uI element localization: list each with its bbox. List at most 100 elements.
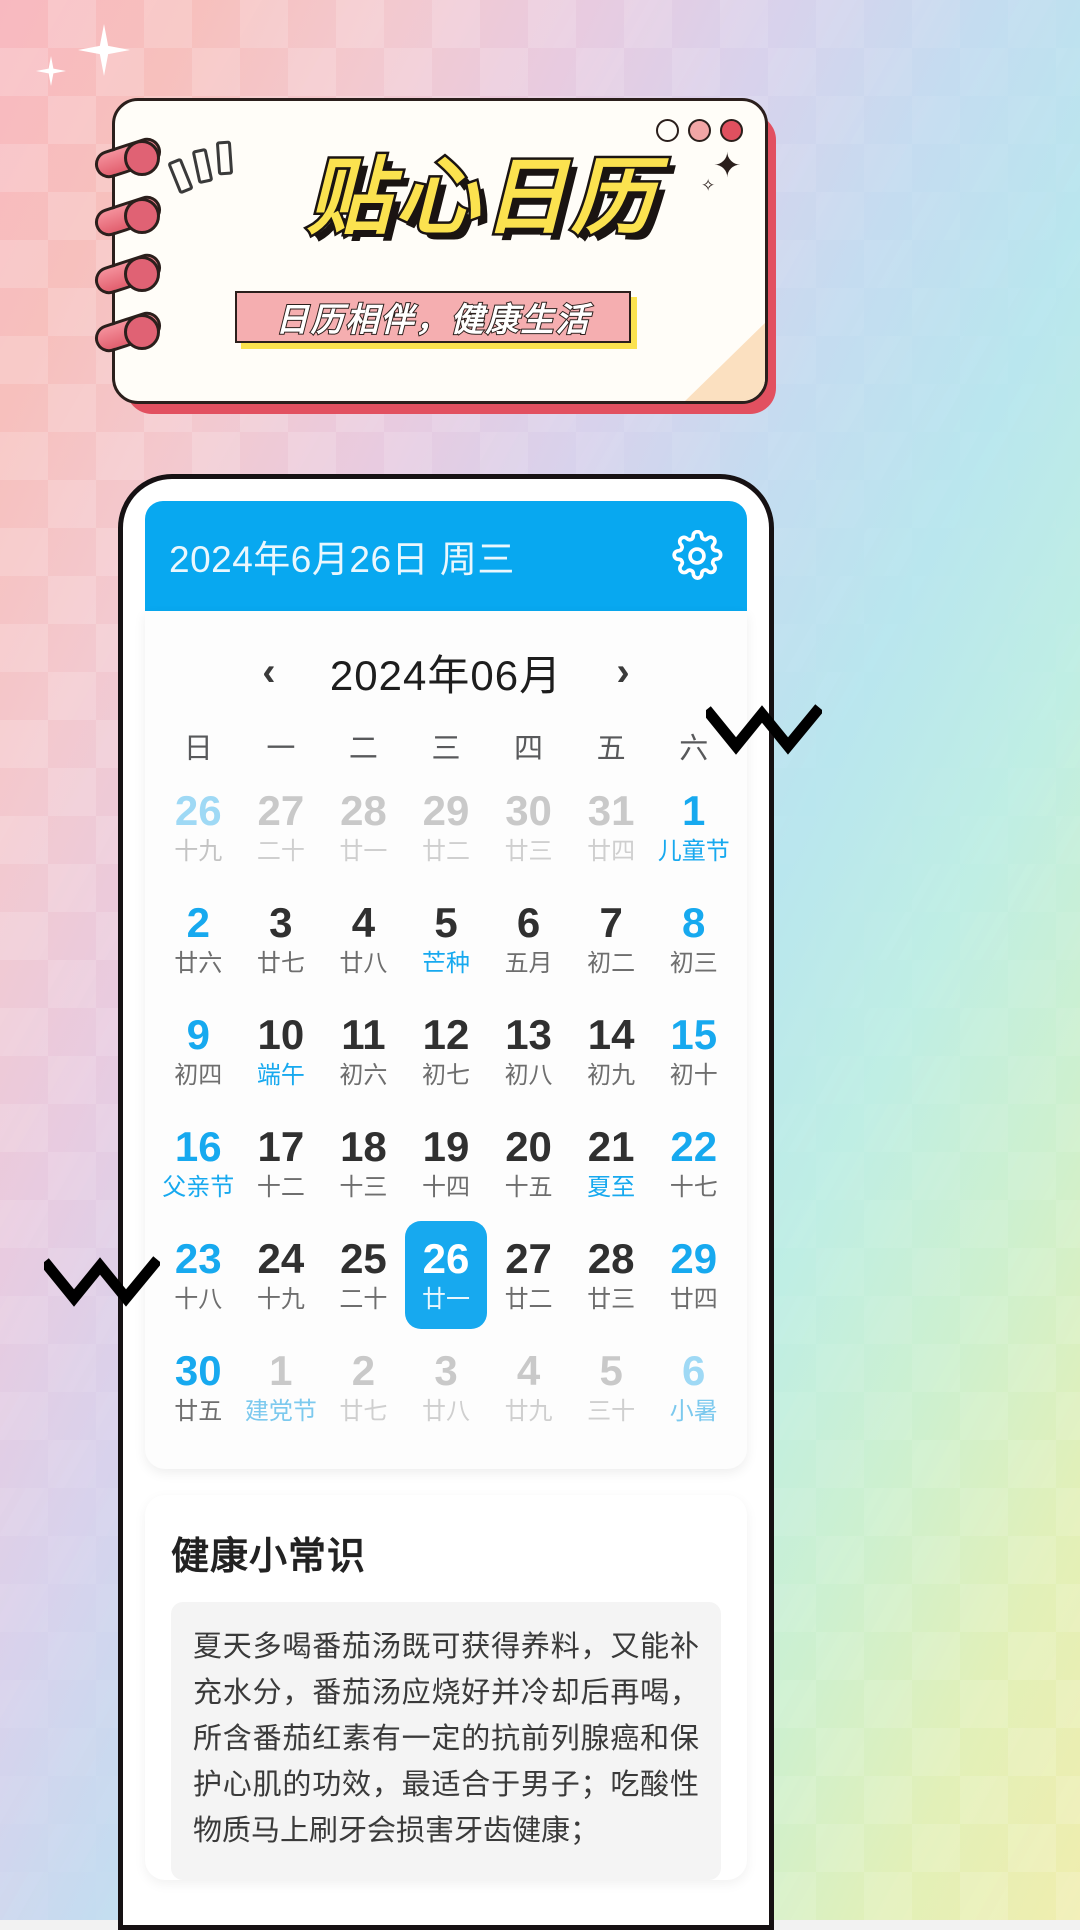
lunar-or-festival-label: 初十: [669, 1061, 718, 1089]
calendar-day-cell[interactable]: 5 三十: [570, 1333, 653, 1441]
day-number: 15: [670, 1010, 718, 1058]
calendar-day-cell[interactable]: 5 芒种: [405, 885, 488, 993]
day-number: 3: [434, 1346, 458, 1394]
calendar-day-cell[interactable]: 10 端午: [240, 997, 323, 1105]
calendar-day-cell[interactable]: 11 初六: [322, 997, 405, 1105]
next-month-button[interactable]: ›: [606, 652, 640, 692]
calendar-day-cell[interactable]: 2 廿六: [157, 885, 240, 993]
calendar-day-cell[interactable]: 27 廿二: [487, 1221, 570, 1329]
headline-notebook-card: ✦ ✧ 贴心日历 日历相伴，健康生活: [91, 98, 776, 414]
calendar-day-cell[interactable]: 16 父亲节: [157, 1109, 240, 1217]
lunar-or-festival-label: 廿一: [339, 837, 388, 865]
binder-ring-icon: [91, 192, 168, 240]
weekday-header-row: 日一二三四五六: [145, 715, 747, 773]
day-number: 5: [434, 898, 458, 946]
weekday-label-2: 二: [348, 733, 378, 765]
window-dots: [656, 119, 743, 142]
gear-icon[interactable]: [671, 529, 723, 582]
day-number: 7: [599, 898, 623, 946]
lunar-or-festival-label: 廿八: [421, 1397, 470, 1425]
calendar-day-cell[interactable]: 12 初七: [405, 997, 488, 1105]
calendar-day-cell[interactable]: 30 廿五: [157, 1333, 240, 1441]
calendar-day-cell[interactable]: 1 建党节: [240, 1333, 323, 1441]
day-number: 14: [587, 1010, 635, 1058]
calendar-day-cell[interactable]: 29 廿二: [405, 773, 488, 881]
lunar-or-festival-label: 廿一: [421, 1285, 470, 1313]
calendar-day-cell[interactable]: 15 初十: [652, 997, 735, 1105]
current-date-label: 2024年6月26日 周三: [169, 539, 515, 580]
calendar-grid: 26 十九 27 二十 28 廿一 29 廿二 30 廿三 31 廿四 1 儿童节 2 廿六 3 廿七 4 廿八 5 芒种…: [145, 773, 747, 1441]
lunar-or-festival-label: 初六: [339, 1061, 388, 1089]
day-number: 5: [599, 1346, 623, 1394]
calendar-day-cell[interactable]: 8 初三: [652, 885, 735, 993]
lunar-or-festival-label: 廿九: [504, 1397, 553, 1425]
lunar-or-festival-label: 十二: [256, 1173, 305, 1201]
lunar-or-festival-label: 儿童节: [657, 837, 730, 865]
lunar-or-festival-label: 初九: [587, 1061, 636, 1089]
lunar-or-festival-label: 廿三: [587, 1285, 636, 1313]
calendar-day-cell[interactable]: 3 廿八: [405, 1333, 488, 1441]
lunar-or-festival-label: 芒种: [421, 949, 470, 977]
calendar-day-cell[interactable]: 4 廿八: [322, 885, 405, 993]
calendar-day-cell[interactable]: 9 初四: [157, 997, 240, 1105]
calendar-day-cell[interactable]: 27 二十: [240, 773, 323, 881]
day-number: 12: [422, 1010, 470, 1058]
calendar-day-cell[interactable]: 14 初九: [570, 997, 653, 1105]
calendar-day-cell[interactable]: 20 十五: [487, 1109, 570, 1217]
day-number: 2: [351, 1346, 376, 1394]
calendar-day-cell[interactable]: 4 廿九: [487, 1333, 570, 1441]
calendar-day-cell[interactable]: 13 初八: [487, 997, 570, 1105]
calendar-day-cell[interactable]: 26 十九: [157, 773, 240, 881]
calendar-day-cell[interactable]: 28 廿一: [322, 773, 405, 881]
calendar-day-cell[interactable]: 24 十九: [240, 1221, 323, 1329]
calendar-day-cell[interactable]: 25 二十: [322, 1221, 405, 1329]
day-number: 29: [422, 786, 470, 834]
day-number: 20: [505, 1122, 552, 1170]
speed-tick-icon: [167, 157, 194, 195]
calendar-day-cell[interactable]: 21 夏至: [570, 1109, 653, 1217]
calendar-day-cell[interactable]: 6 五月: [487, 885, 570, 993]
lunar-or-festival-label: 初二: [587, 949, 636, 977]
calendar-day-cell[interactable]: 1 儿童节: [652, 773, 735, 881]
binder-ring-icon: [91, 250, 168, 298]
poster-title: 贴心日历: [304, 148, 659, 246]
calendar-day-cell[interactable]: 17 十二: [240, 1109, 323, 1217]
calendar-day-cell[interactable]: 31 廿四: [570, 773, 653, 881]
calendar-day-cell[interactable]: 29 廿四: [652, 1221, 735, 1329]
day-number: 6: [682, 1346, 706, 1394]
lunar-or-festival-label: 十三: [339, 1173, 388, 1201]
calendar-day-cell[interactable]: 18 十三: [322, 1109, 405, 1217]
lunar-or-festival-label: 三十: [587, 1397, 636, 1425]
weekday-label-0: 日: [183, 733, 213, 765]
day-number: 16: [174, 1122, 222, 1170]
day-number: 24: [257, 1234, 305, 1282]
calendar-day-cell[interactable]: 6 小暑: [652, 1333, 735, 1441]
calendar-day-cell[interactable]: 19 十四: [405, 1109, 488, 1217]
calendar-day-cell[interactable]: 30 廿三: [487, 773, 570, 881]
month-label: 2024年06月: [329, 651, 563, 699]
day-number: 27: [505, 1234, 552, 1282]
lunar-or-festival-label: 廿三: [504, 837, 553, 865]
lunar-or-festival-label: 五月: [504, 949, 553, 977]
poster-subtitle-wrap: 日历相伴，健康生活: [235, 291, 637, 349]
day-number: 30: [174, 1346, 222, 1394]
calendar-day-cell[interactable]: 26 廿一: [404, 1221, 488, 1329]
calendar-day-cell[interactable]: 7 初二: [570, 885, 653, 993]
calendar-day-cell[interactable]: 3 廿七: [240, 885, 323, 993]
lunar-or-festival-label: 初四: [174, 1061, 223, 1089]
lunar-or-festival-label: 十八: [174, 1285, 223, 1313]
calendar-day-cell[interactable]: 28 廿三: [570, 1221, 653, 1329]
day-number: 9: [186, 1010, 210, 1058]
lunar-or-festival-label: 廿二: [421, 837, 470, 865]
day-number: 23: [174, 1234, 222, 1282]
prev-month-button[interactable]: ‹: [252, 652, 286, 692]
day-number: 4: [516, 1346, 541, 1394]
calendar-day-cell[interactable]: 22 十七: [652, 1109, 735, 1217]
day-number: 26: [422, 1234, 470, 1282]
lunar-or-festival-label: 二十: [256, 837, 305, 865]
calendar-day-cell[interactable]: 23 十八: [157, 1221, 240, 1329]
calendar-day-cell[interactable]: 2 廿七: [322, 1333, 405, 1441]
app-header: 2024年6月26日 周三: [145, 501, 747, 611]
day-number: 27: [257, 786, 305, 834]
lunar-or-festival-label: 廿四: [669, 1285, 718, 1313]
